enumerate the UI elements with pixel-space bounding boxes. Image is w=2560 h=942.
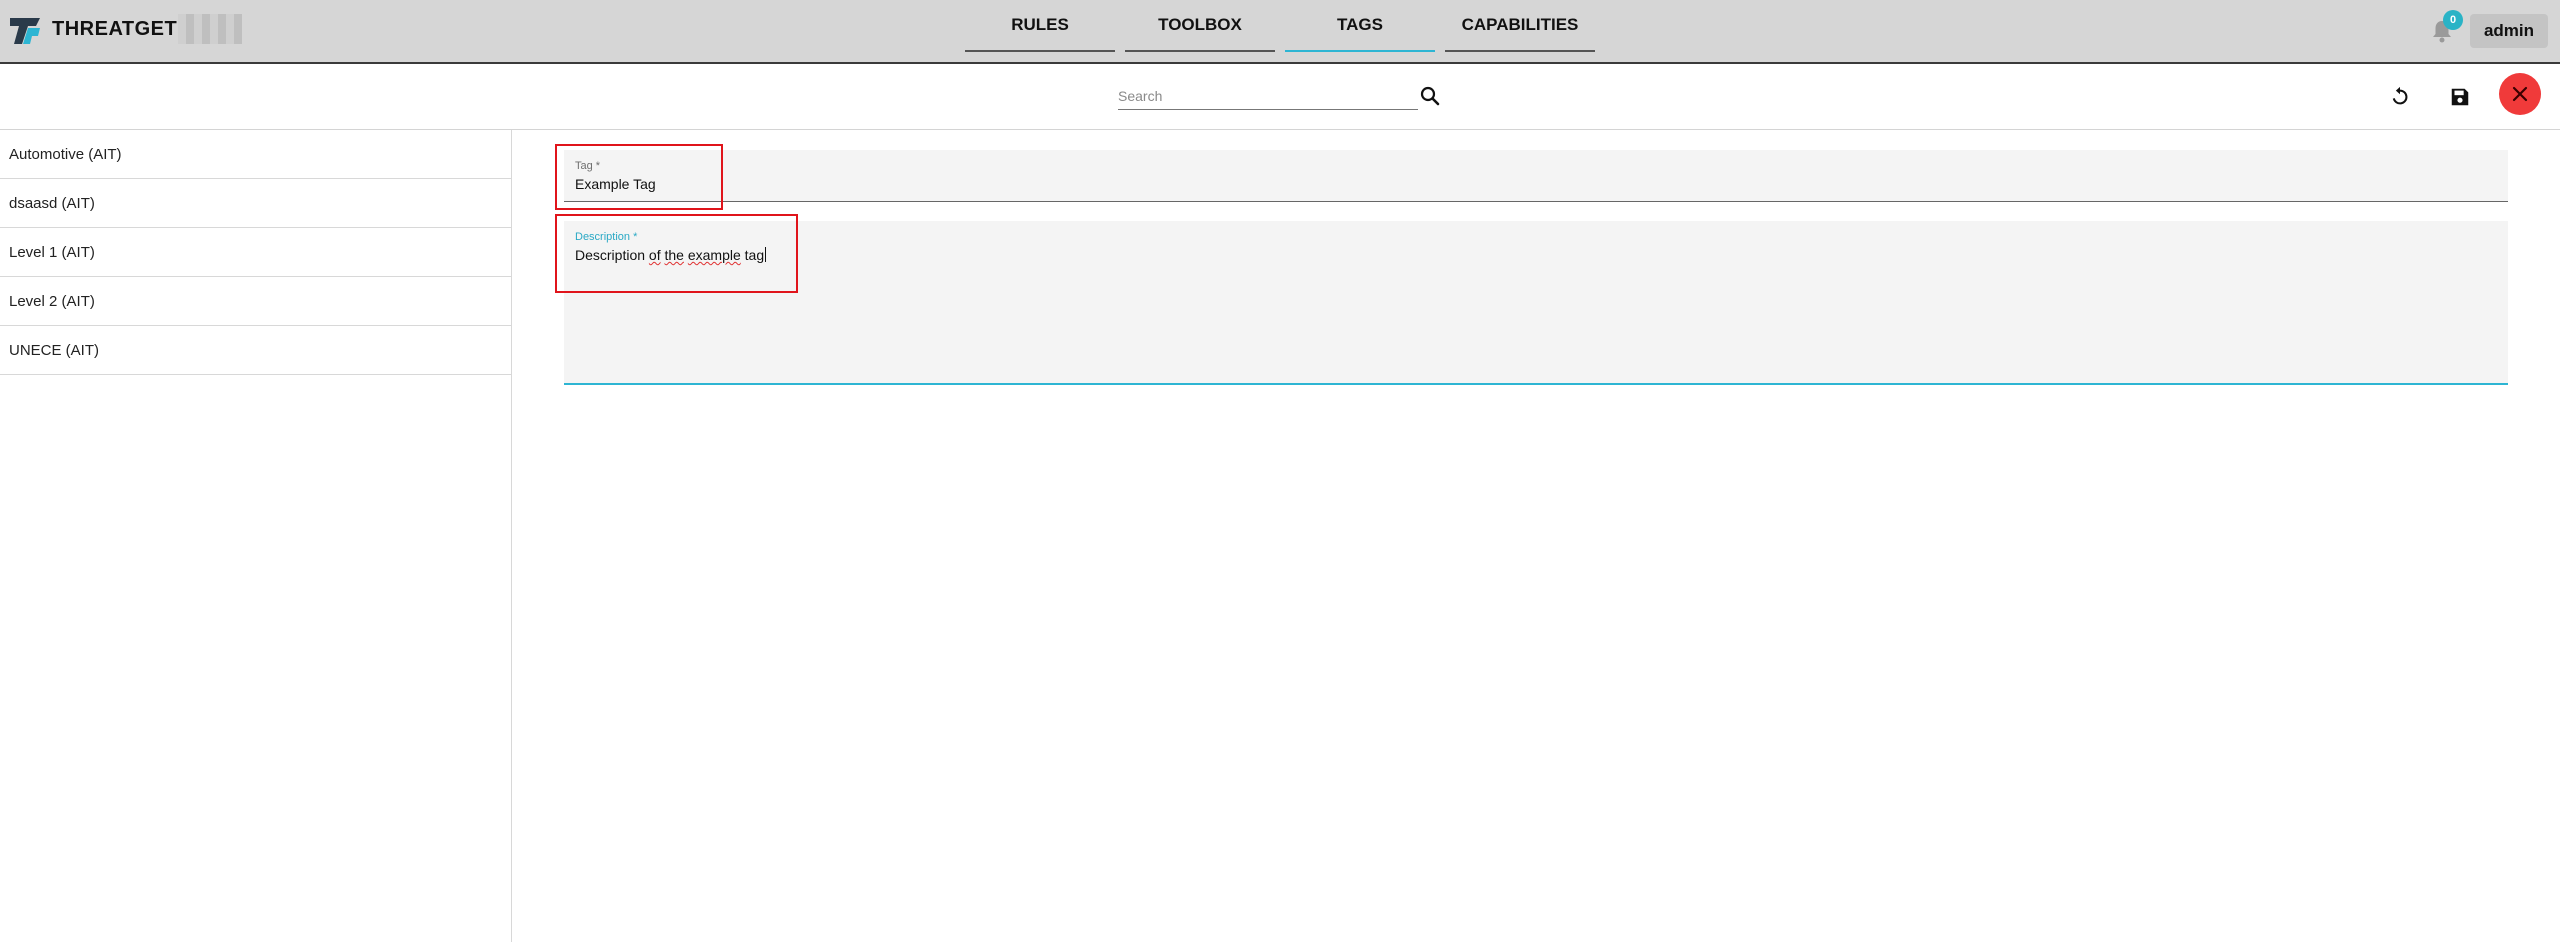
user-menu-button[interactable]: admin <box>2470 14 2548 48</box>
close-icon <box>2512 86 2528 102</box>
tag-field[interactable]: Tag * Example Tag <box>564 150 2508 202</box>
tab-tags[interactable]: TAGS <box>1285 0 1435 52</box>
save-icon <box>2451 88 2469 106</box>
tag-list: Automotive (AIT) dsaasd (AIT) Level 1 (A… <box>0 130 512 942</box>
notification-count-badge: 0 <box>2443 10 2463 30</box>
tag-list-item[interactable]: UNECE (AIT) <box>0 326 511 375</box>
close-button[interactable] <box>2499 73 2541 115</box>
search-icon[interactable] <box>1418 84 1442 108</box>
tag-list-item[interactable]: Level 2 (AIT) <box>0 277 511 326</box>
tag-field-value[interactable]: Example Tag <box>575 176 656 192</box>
description-field-value[interactable]: Description of the example tag <box>575 247 767 263</box>
toolbar <box>0 64 2560 130</box>
description-text-part: tag <box>740 247 765 263</box>
tab-capabilities[interactable]: CAPABILITIES <box>1445 0 1595 52</box>
tag-list-item[interactable]: Automotive (AIT) <box>0 130 511 179</box>
threatget-logo-icon[interactable] <box>8 14 42 48</box>
spellcheck-word: of <box>648 247 661 263</box>
save-button[interactable] <box>2440 77 2480 117</box>
search-field <box>1118 84 1418 110</box>
spellcheck-word: example <box>687 247 741 263</box>
tag-list-item[interactable]: dsaasd (AIT) <box>0 179 511 228</box>
tag-list-item[interactable]: Level 1 (AIT) <box>0 228 511 277</box>
brand-name: THREATGET <box>52 18 178 40</box>
search-input[interactable] <box>1118 84 1418 108</box>
description-text-part: Description <box>575 247 649 263</box>
tag-field-label: Tag * <box>575 160 601 172</box>
tab-toolbox[interactable]: TOOLBOX <box>1125 0 1275 52</box>
blurred-brand-suffix <box>178 14 242 44</box>
text-cursor <box>765 247 767 262</box>
tab-rules[interactable]: RULES <box>965 0 1115 52</box>
spellcheck-word: the <box>664 247 684 263</box>
reset-icon <box>2392 86 2408 105</box>
description-field-label: Description * <box>575 231 638 243</box>
reset-button[interactable] <box>2380 77 2420 117</box>
top-bar: THREATGET RULES TOOLBOX TAGS CAPABILITIE… <box>0 0 2560 64</box>
description-field[interactable]: Description * Description of the example… <box>564 221 2508 385</box>
